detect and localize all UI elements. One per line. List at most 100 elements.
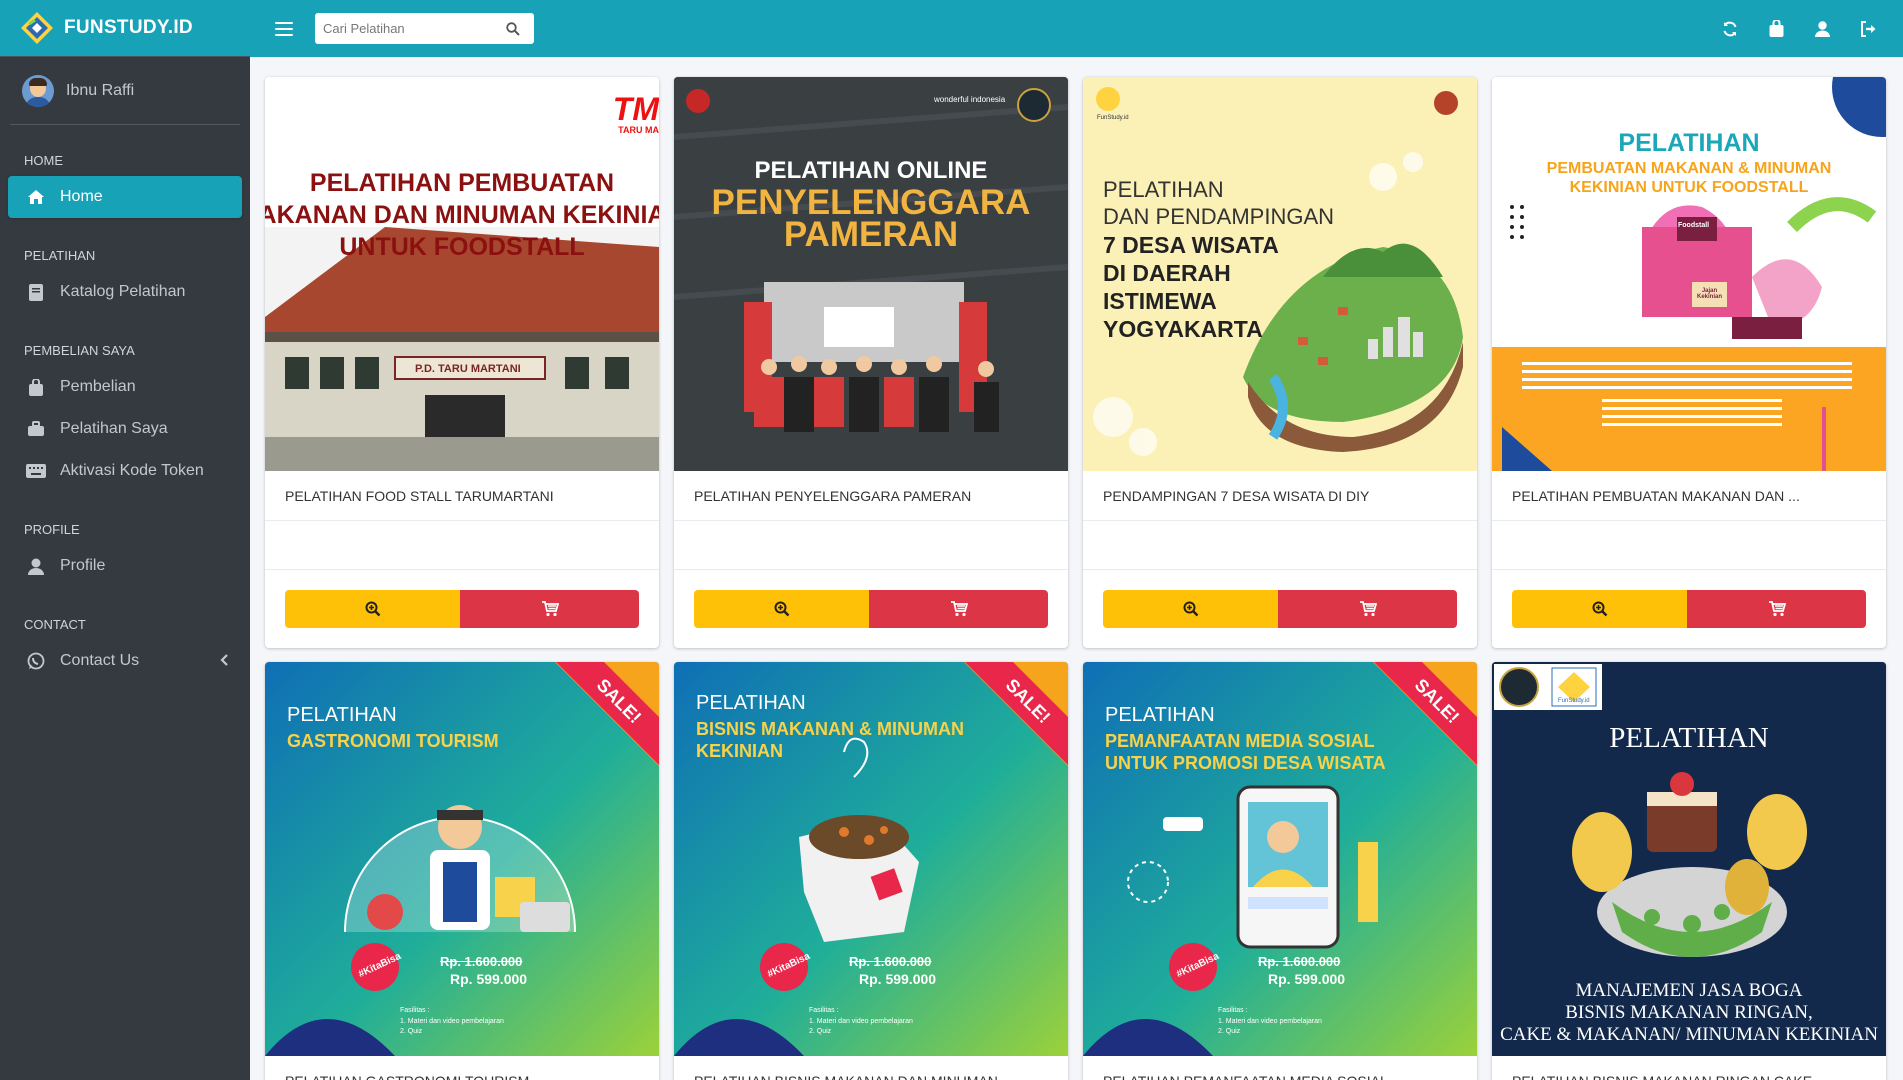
thumbnail-heading: PAMERAN [783,215,959,254]
thumbnail-heading: PELATIHAN [1105,704,1215,726]
sidebar-item-pembelian[interactable]: Pembelian [8,366,242,408]
thumbnail-logo-text: TM [612,91,659,127]
logout-icon[interactable] [1845,9,1891,49]
thumbnail-stall-text: Jajan Kekinian [1696,288,1722,300]
course-card: SALE! PELATIHAN PEMANFAATAN MEDIA SOSIAL… [1083,662,1477,1080]
thumbnail-old-price: Rp. 1.600.000 [849,954,932,969]
course-title: PENDAMPINGAN 7 DESA WISATA DI DIY [1083,471,1477,521]
thumbnail-heading: DAN PENDAMPINGAN [1103,204,1335,229]
cart-icon [1359,601,1377,617]
view-detail-button[interactable] [285,590,460,628]
user-panel[interactable]: Ibnu Raffi [10,57,240,125]
sidebar-item-home[interactable]: Home [8,176,242,218]
sidebar-item-label: Katalog Pelatihan [60,283,186,300]
thumbnail-old-price: Rp. 1.600.000 [440,954,523,969]
thumbnail-old-price: Rp. 1.600.000 [1258,954,1341,969]
thumbnail-heading: 7 DESA WISATA [1103,232,1279,258]
view-detail-button[interactable] [1512,590,1687,628]
brand-name: FUNSTUDY.ID [64,17,193,38]
course-title: PELATIHAN BISNIS MAKANAN DAN MINUMAN [674,1056,1068,1080]
thumbnail-sign: P.D. TARU MARTANI [415,363,521,375]
course-thumbnail[interactable]: PELATIHAN PEMBUATAN MAKANAN & MINUMAN KE… [1492,77,1886,471]
course-title: PELATIHAN BISNIS MAKANAN RINGAN CAKE [1492,1056,1886,1080]
thumbnail-heading: PELATIHAN [287,704,397,726]
refresh-icon[interactable] [1707,9,1753,49]
thumbnail-heading: AKANAN DAN MINUMAN KEKINIA [265,201,659,229]
shopping-bag-icon [24,377,48,397]
thumbnail-heading: PELATIHAN [1618,129,1760,157]
chevron-left-icon[interactable] [220,653,228,669]
thumbnail-logo-sub: TARU MA [618,125,659,135]
cart-icon [950,601,968,617]
menu-toggle-icon[interactable] [275,21,293,36]
user-name[interactable]: Ibnu Raffi [66,82,134,100]
thumbnail-facility: 1. Materi dan video pembelajaran [1218,1018,1322,1025]
book-icon [24,282,48,302]
add-to-cart-button[interactable] [869,590,1048,628]
course-thumbnail[interactable]: wonderful indonesia PELATIHAN ONLINE PEN… [674,77,1068,471]
add-to-cart-button[interactable] [1278,590,1457,628]
cart-icon [1768,601,1786,617]
course-thumbnail[interactable]: SALE! PELATIHAN BISNIS MAKANAN & MINUMAN… [674,662,1068,1056]
thumbnail-heading: KEKINIAN [696,741,784,761]
sidebar-item-label: Home [60,188,103,205]
course-title: PELATIHAN GASTRONOMI TOURISM [265,1056,659,1080]
card-actions [265,570,659,648]
course-card: wonderful indonesia PELATIHAN ONLINE PEN… [674,77,1068,648]
sidebar-item-pelatihan-saya[interactable]: Pelatihan Saya [8,408,242,450]
thumbnail-facility: Fasilitas : [400,1007,430,1014]
thumbnail-price: Rp. 599.000 [859,971,937,987]
user-icon [24,556,48,576]
funstudy-logo-icon [21,12,53,44]
thumbnail-logo-text: wonderful indonesia [934,95,1006,104]
course-thumbnail[interactable]: FunStudy.id PELATIHAN MANAJEMEN JASA BOG… [1492,662,1886,1056]
course-title: PELATIHAN PENYELENGGARA PAMERAN [674,471,1068,521]
keyboard-icon [24,461,48,481]
course-thumbnail[interactable]: SALE! PELATIHAN PEMANFAATAN MEDIA SOSIAL… [1083,662,1477,1056]
thumbnail-facility: 1. Materi dan video pembelajaran [809,1018,913,1025]
thumbnail-heading: PELATIHAN [1103,177,1224,202]
search-icon [506,21,520,36]
nav-header-home: HOME [24,153,63,168]
thumbnail-heading: MANAJEMEN JASA BOGA [1575,980,1803,1001]
view-detail-button[interactable] [1103,590,1278,628]
shopping-bag-icon[interactable] [1753,9,1799,49]
course-thumbnail[interactable]: FunStudy.id PELATIHAN DAN PENDAMPINGAN 7… [1083,77,1477,471]
course-thumbnail[interactable]: SALE! PELATIHAN GASTRONOMI TOURISM #Kita… [265,662,659,1056]
sidebar-item-label: Profile [60,557,106,574]
course-card: TM TARU MA PELATIHAN PEMBUATAN AKANAN DA… [265,77,659,648]
whatsapp-icon [24,651,48,671]
thumbnail-heading: PELATIHAN ONLINE [754,157,988,184]
card-actions [1083,570,1477,648]
avatar [22,74,54,107]
zoom-in-icon [1592,601,1607,617]
sidebar-item-label: Pelatihan Saya [60,420,168,437]
thumbnail-facility: 2. Quiz [809,1028,832,1035]
course-thumbnail[interactable]: TM TARU MA PELATIHAN PEMBUATAN AKANAN DA… [265,77,659,471]
card-actions [1492,570,1886,648]
course-card: FunStudy.id PELATIHAN DAN PENDAMPINGAN 7… [1083,77,1477,648]
user-icon[interactable] [1799,9,1845,49]
sidebar-item-profile[interactable]: Profile [8,545,242,587]
nav-header-profile: PROFILE [24,522,80,537]
thumbnail-heading: PELATIHAN PEMBUATAN [309,169,615,197]
thumbnail-facility: 2. Quiz [1218,1028,1241,1035]
home-icon [24,187,48,207]
thumbnail-facility: Fasilitas : [809,1007,839,1014]
thumbnail-heading: CAKE & MAKANAN/ MINUMAN KEKINIAN [1500,1024,1878,1045]
add-to-cart-button[interactable] [1687,590,1866,628]
thumbnail-heading: ISTIMEWA [1103,288,1217,314]
nav-header-pelatihan: PELATIHAN [24,248,96,263]
search-input[interactable] [315,21,495,36]
thumbnail-price: Rp. 599.000 [450,971,528,987]
sidebar-item-aktivasi-kode-token[interactable]: Aktivasi Kode Token [8,450,242,492]
add-to-cart-button[interactable] [460,590,639,628]
view-detail-button[interactable] [694,590,869,628]
search-form [315,13,534,44]
sidebar-item-contact-us[interactable]: Contact Us [8,640,242,682]
course-card: PELATIHAN PEMBUATAN MAKANAN & MINUMAN KE… [1492,77,1886,648]
sidebar-item-katalog-pelatihan[interactable]: Katalog Pelatihan [8,271,242,313]
search-button[interactable] [495,13,531,44]
brand-link[interactable]: FUNSTUDY.ID [0,0,250,57]
sidebar-item-label: Pembelian [60,378,136,395]
